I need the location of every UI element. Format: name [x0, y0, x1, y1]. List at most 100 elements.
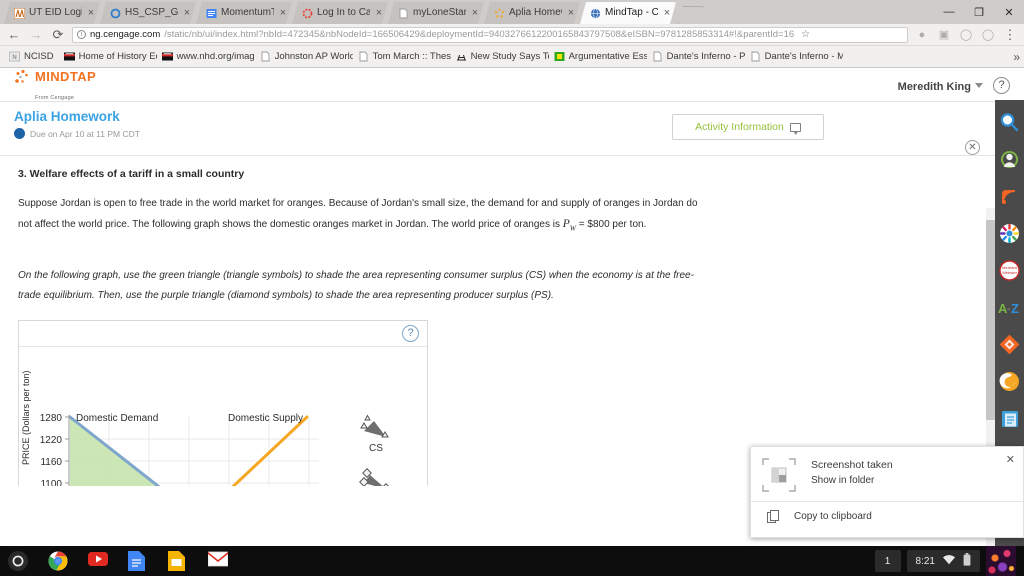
new-tab-button[interactable] [678, 6, 704, 24]
tab-label: MindTap - Cengage L [605, 7, 658, 18]
graph-plot[interactable]: 1280 1220 1160 1100 1040 980 920 860 Dom… [19, 347, 429, 486]
system-tray[interactable]: 8:21 [906, 550, 980, 572]
window-close-button[interactable]: ✕ [994, 0, 1024, 24]
browser-tab-4[interactable]: myLoneStar Login × [388, 2, 484, 24]
chrome-icon[interactable] [48, 551, 68, 571]
ytick-1280: 1280 [40, 413, 63, 424]
colorwheel-icon[interactable] [995, 215, 1024, 252]
aplia-icon [494, 8, 505, 19]
forward-icon[interactable]: → [28, 27, 44, 43]
browser-tab-5[interactable]: Aplia Homework: Ch × [484, 2, 580, 24]
graph-panel: ? 1280 1220 1160 1100 Domestic Demand Do… [18, 320, 428, 486]
battery-icon [963, 553, 971, 569]
screenshot-notification-texts: Screenshot taken Show in folder [811, 457, 893, 493]
user-menu[interactable]: Meredith King [898, 77, 983, 95]
mindtap-logo[interactable]: MINDTAP From Cengage [14, 70, 96, 104]
window-count-badge[interactable]: 1 [874, 550, 901, 572]
news-icon [456, 51, 467, 62]
tab-close-icon[interactable]: × [470, 8, 480, 18]
maximize-button[interactable]: ❐ [964, 0, 994, 24]
screenshot-notification-body: Screenshot taken Show in folder ✕ [751, 447, 1023, 499]
extension-icon-2[interactable]: ▣ [936, 27, 952, 43]
bookmark-label: Dante's Inferno - Prolo [666, 51, 745, 62]
bookmark-item-2[interactable]: www.nhd.org/images [157, 51, 255, 62]
screenshot-notification-close-icon[interactable]: ✕ [1006, 453, 1015, 466]
browser-tab-2[interactable]: MomentumTimeline × [196, 2, 292, 24]
tab-close-icon[interactable]: × [86, 8, 96, 18]
browser-tab-0[interactable]: UT EID Login × [4, 2, 100, 24]
docs-icon[interactable] [128, 551, 148, 571]
graph-help-icon[interactable]: ? [402, 325, 419, 343]
chrome-menu-icon[interactable]: ⋮ [1002, 27, 1018, 43]
profile-avatar-icon[interactable]: ◯ [980, 27, 996, 43]
bookmark-label: NCISD [24, 51, 54, 62]
extension-icon-1[interactable]: ● [914, 27, 930, 43]
bookmark-label: New Study Says Texti [470, 51, 549, 62]
bookmarks-bar: N NCISD Home of History Educ www.nhd.org… [0, 46, 1024, 68]
bookmarks-overflow-icon[interactable]: » [1013, 50, 1020, 64]
bookmark-item-1[interactable]: Home of History Educ [59, 51, 157, 62]
page-icon [398, 8, 409, 19]
youtube-icon[interactable] [88, 551, 108, 571]
close-activity-button[interactable]: ✕ [965, 140, 980, 155]
green-icon [554, 51, 565, 62]
circle-blue-icon [110, 8, 121, 19]
bookmark-item-0[interactable]: N NCISD [4, 51, 59, 62]
page-scrollbar-thumb[interactable] [986, 220, 995, 420]
copy-icon [767, 510, 780, 523]
bookmark-item-3[interactable]: Johnston AP World T [255, 51, 353, 62]
svg-text:N: N [12, 55, 16, 61]
tab-label: Aplia Homework: Ch [509, 7, 561, 18]
graph-svg[interactable]: 1280 1220 1160 1100 1040 980 920 860 Dom… [19, 347, 429, 486]
ncisd-icon: N [9, 51, 20, 62]
page-icon [652, 51, 663, 62]
svg-text:Z: Z [1011, 301, 1019, 316]
window-controls: — ❐ ✕ [934, 0, 1024, 24]
minimize-button[interactable]: — [934, 0, 964, 24]
launcher-icon[interactable] [8, 551, 28, 571]
page-info-icon[interactable]: i [77, 30, 86, 39]
notebook-icon[interactable] [995, 400, 1024, 437]
activity-header: Aplia Homework Due on Apr 10 at 11 PM CD… [0, 102, 1024, 156]
profile-icon[interactable] [995, 141, 1024, 178]
copy-to-clipboard-button[interactable]: Copy to clipboard [751, 502, 1023, 531]
activity-information-button[interactable]: Activity Information [672, 114, 824, 140]
bookmark-item-4[interactable]: Tom March :: Thesis B [353, 51, 451, 62]
bookmark-label: www.nhd.org/images [176, 51, 255, 62]
bookmark-item-8[interactable]: Dante's Inferno - Main [745, 51, 843, 62]
tab-close-icon[interactable]: × [278, 8, 288, 18]
url-path: /static/nb/ui/index.html?nbId=472345&nbN… [164, 29, 795, 40]
show-in-folder-link[interactable]: Show in folder [811, 475, 893, 486]
browser-tab-1[interactable]: HS_CSP_Guidelines1 × [100, 2, 196, 24]
slides-icon[interactable] [168, 551, 188, 571]
search-icon[interactable] [995, 104, 1024, 141]
rss-icon[interactable] [995, 178, 1024, 215]
question-paragraph: Suppose Jordan is open to free trade in … [18, 194, 708, 238]
tab-close-icon[interactable]: × [662, 8, 672, 18]
diamond-icon[interactable] [995, 326, 1024, 363]
bookmark-item-6[interactable]: Argumentative Essay [549, 51, 647, 62]
merriam-webster-icon[interactable]: Merriam Webster [995, 252, 1024, 289]
az-dictionary-icon[interactable]: A-Z [995, 289, 1024, 326]
reload-icon[interactable]: ⟳ [50, 27, 66, 43]
gmail-icon[interactable] [207, 551, 229, 571]
browser-tab-6[interactable]: MindTap - Cengage L × [580, 2, 676, 24]
url-input[interactable]: i ng.cengage.com/static/nb/ui/index.html… [72, 26, 908, 43]
tab-close-icon[interactable]: × [374, 8, 384, 18]
mindtap-globe-icon [590, 8, 601, 19]
mindtap-header-right: Meredith King ? [898, 77, 1010, 95]
bookmark-star-icon[interactable]: ☆ [798, 29, 810, 40]
help-icon[interactable]: ? [993, 77, 1010, 94]
taskbar: 1 8:21 [0, 546, 1024, 576]
bookmark-label: Dante's Inferno - Main [764, 51, 843, 62]
extension-icon-3[interactable]: ◯ [958, 27, 974, 43]
tab-close-icon[interactable]: × [566, 8, 576, 18]
bookmark-item-7[interactable]: Dante's Inferno - Prolo [647, 51, 745, 62]
bookmark-item-5[interactable]: New Study Says Texti [451, 51, 549, 62]
question-content: 3. Welfare effects of a tariff in a smal… [0, 156, 1024, 486]
tab-close-icon[interactable]: × [182, 8, 192, 18]
back-icon[interactable]: ← [6, 27, 22, 43]
wallpaper-preview[interactable] [986, 546, 1016, 576]
browser-tab-3[interactable]: Log In to Canvas × [292, 2, 388, 24]
flashcard-icon[interactable] [995, 363, 1024, 400]
